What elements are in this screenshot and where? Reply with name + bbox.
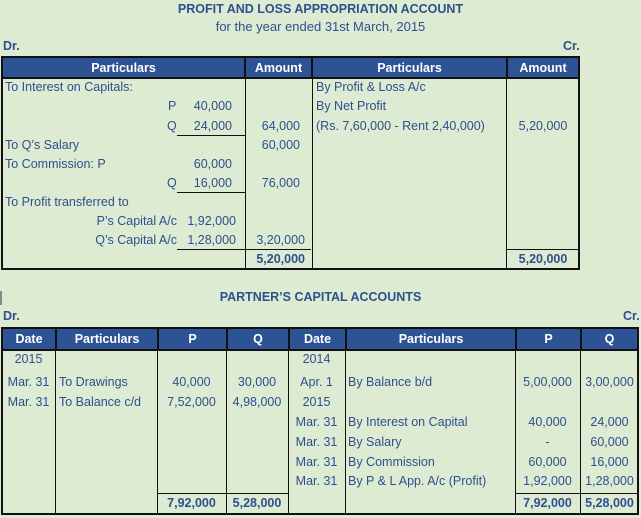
cap-header-p-dr: P [157,327,228,351]
credit-q: 60,000 [590,435,629,449]
interest-total: 64,000 [261,119,300,133]
divider [55,349,56,515]
divider [312,77,313,270]
cap-header-p-cr: P [515,327,582,351]
profit-transfer-label: To Profit transferred to [5,195,129,209]
debit-total-p: 7,92,000 [167,496,216,510]
p-capital-label: P’s Capital A/c [96,214,177,228]
pl-header-amount-dr: Amount [244,56,313,79]
cap-header-q-cr: Q [580,327,639,351]
interest-label: To Interest on Capitals: [5,80,133,94]
interest-q-value: 24,000 [193,119,232,133]
debit-p: 40,000 [172,375,211,389]
credit-date: Mar. 31 [295,435,338,449]
credit-grand-total: 5,20,000 [518,252,568,266]
credit-total-q: 5,28,000 [585,496,634,510]
cap-header-date-dr: Date [1,327,57,351]
credit-date: Mar. 31 [295,474,338,488]
commission-q-value: 16,000 [193,176,232,190]
credit-amount: 5,20,000 [518,119,568,133]
debit-grand-total: 5,20,000 [256,252,305,266]
debit-date: Mar. 31 [7,375,50,389]
interest-q-label: Q [167,119,177,133]
commission-total: 76,000 [261,176,300,190]
debit-q: 4,98,000 [232,395,282,409]
credit-particulars: By Salary [348,435,402,449]
pl-header-particulars-cr: Particulars [311,56,508,79]
divider [506,77,507,270]
credit-particulars: By P & L App. A/c (Profit) [348,474,487,488]
interest-p-value: 40,000 [193,99,232,113]
cap-header-particulars-cr: Particulars [345,327,517,351]
credit-q: 1,28,000 [585,474,634,488]
credit-particulars: By Balance b/d [348,375,433,389]
divider [245,77,246,270]
cap-header-particulars-dr: Particulars [55,327,159,351]
credit-p: - [545,435,550,449]
credit-line-2: By Net Profit [316,99,387,113]
commission-label: To Commission: P [5,157,106,171]
credit-date: Mar. 31 [295,415,338,429]
credit-date: 2014 [302,352,331,366]
credit-q: 3,00,000 [585,375,634,389]
cap-header-date-cr: Date [288,327,347,351]
salary-label: To Q’s Salary [5,138,80,152]
interest-p-label: P [168,99,177,113]
credit-date: Apr. 1 [300,375,333,389]
pl-cr-label: Cr. [563,39,580,53]
credit-p: 5,00,000 [523,375,572,389]
pl-subtitle: for the year ended 31st March, 2015 [215,19,426,34]
q-capital-value: 1,28,000 [187,233,236,247]
underline [177,192,245,193]
pl-dr-label: Dr. [3,39,20,53]
capital-cr-label: Cr. [623,309,640,323]
salary-total: 60,000 [261,138,300,152]
pl-header-amount-cr: Amount [506,56,580,79]
cap-header-q-dr: Q [226,327,290,351]
debit-p: 7,52,000 [167,395,216,409]
debit-q: 30,000 [237,375,277,389]
credit-date: 2015 [302,395,331,409]
credit-particulars: By Interest on Capital [348,415,468,429]
debit-total-q: 5,28,000 [232,496,282,510]
p-capital-value: 1,92,000 [187,214,236,228]
commission-q-label: Q [167,176,177,190]
credit-q: 16,000 [590,455,629,469]
profit-total: 3,20,000 [256,233,305,247]
credit-p: 40,000 [528,415,567,429]
debit-particulars: To Drawings [59,375,128,389]
credit-line-3: (Rs. 7,60,000 - Rent 2,40,000) [316,119,485,133]
credit-p: 60,000 [528,455,567,469]
credit-q: 24,000 [590,415,629,429]
capital-title: PARTNER’S CAPITAL ACCOUNTS [219,290,422,304]
credit-p: 1,92,000 [523,474,572,488]
pl-header-particulars-dr: Particulars [1,56,246,79]
debit-date: 2015 [14,352,43,366]
debit-date: Mar. 31 [7,395,50,409]
credit-total-p: 7,92,000 [523,496,572,510]
credit-line-1: By Profit & Loss A/c [316,80,426,94]
underline [177,135,245,136]
commission-p-value: 60,000 [193,157,232,171]
q-capital-label: Q’s Capital A/c [95,233,177,247]
pl-title: PROFIT AND LOSS APPROPRIATION ACCOUNT [177,2,464,16]
debit-particulars: To Balance c/d [59,395,141,409]
credit-date: Mar. 31 [295,455,338,469]
capital-dr-label: Dr. [3,309,20,323]
divider [345,349,346,515]
credit-particulars: By Commission [348,455,435,469]
